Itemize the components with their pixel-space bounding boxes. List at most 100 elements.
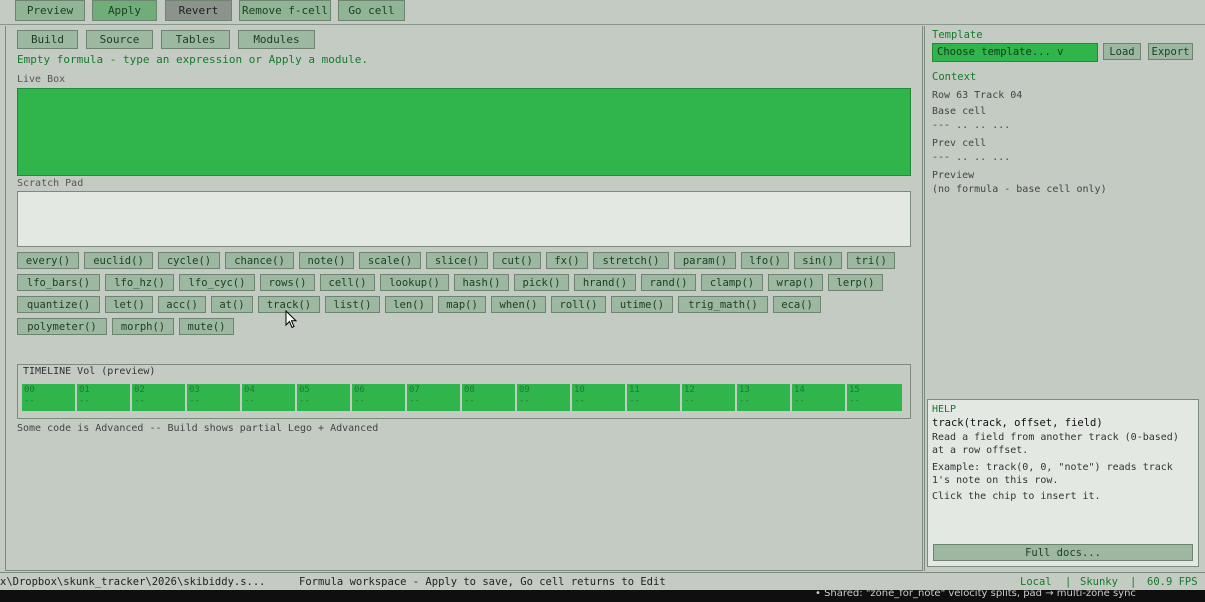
timeline-cell[interactable]: 11 -- — [627, 384, 680, 411]
chip-acc[interactable]: acc() — [158, 296, 206, 313]
template-label: Template — [932, 29, 983, 41]
timeline-cell[interactable]: 04 -- — [242, 384, 295, 411]
timeline-cell[interactable]: 00 -- — [22, 384, 75, 411]
top-toolbar: Preview Apply Revert Remove f-cell Go ce… — [0, 0, 1205, 25]
chip-len[interactable]: len() — [385, 296, 433, 313]
chip-hrand[interactable]: hrand() — [574, 274, 636, 291]
chip-lfo-bars[interactable]: lfo_bars() — [17, 274, 100, 291]
tab-tables[interactable]: Tables — [161, 30, 230, 49]
chip-polymeter[interactable]: polymeter() — [17, 318, 107, 335]
chip-roll[interactable]: roll() — [551, 296, 606, 313]
help-example: Example: track(0, 0, "note") reads track… — [932, 462, 1173, 486]
chip-tri[interactable]: tri() — [847, 252, 895, 269]
timeline-cell[interactable]: 10 -- — [572, 384, 625, 411]
mouse-cursor-icon — [285, 310, 298, 329]
chip-quantize[interactable]: quantize() — [17, 296, 100, 313]
help-description: Read a field from another track (0-based… — [932, 432, 1179, 456]
chip-utime[interactable]: utime() — [611, 296, 673, 313]
code-note: Some code is Advanced -- Build shows par… — [17, 423, 379, 434]
base-cell-value: --- .. .. ... — [932, 120, 1011, 131]
full-docs-button[interactable]: Full docs... — [933, 544, 1193, 561]
chip-fx[interactable]: fx() — [546, 252, 588, 269]
chip-morph[interactable]: morph() — [112, 318, 174, 335]
go-cell-button[interactable]: Go cell — [338, 0, 405, 21]
chip-sin[interactable]: sin() — [794, 252, 842, 269]
timeline-cell[interactable]: 12 -- — [682, 384, 735, 411]
chip-lfo-hz[interactable]: lfo_hz() — [105, 274, 174, 291]
timeline-cell[interactable]: 08 -- — [462, 384, 515, 411]
chip-every[interactable]: every() — [17, 252, 79, 269]
preview-value: (no formula - base cell only) — [932, 184, 1107, 195]
context-label: Context — [932, 71, 977, 83]
chip-cut[interactable]: cut() — [493, 252, 541, 269]
timeline-cell[interactable]: 01 -- — [77, 384, 130, 411]
tab-modules[interactable]: Modules — [238, 30, 315, 49]
chip-at[interactable]: at() — [211, 296, 253, 313]
status-message: Formula workspace - Apply to save, Go ce… — [299, 576, 666, 588]
chip-clamp[interactable]: clamp() — [701, 274, 763, 291]
revert-button[interactable]: Revert — [165, 0, 232, 21]
timeline-cell[interactable]: 07 -- — [407, 384, 460, 411]
chip-param[interactable]: param() — [674, 252, 736, 269]
help-signature: track(track, offset, field) — [932, 417, 1103, 429]
template-select[interactable]: Choose template... v — [932, 43, 1098, 62]
timeline-cell[interactable]: 09 -- — [517, 384, 570, 411]
user-indicator: Skunky — [1080, 576, 1118, 588]
remove-fcell-button[interactable]: Remove f-cell — [239, 0, 331, 21]
status-separator: | — [1065, 576, 1072, 588]
base-cell-label: Base cell — [932, 106, 987, 117]
taskbar-text: • Shared: "zone_for_note" velocity split… — [815, 590, 1136, 599]
chip-mute[interactable]: mute() — [179, 318, 234, 335]
timeline-cell[interactable]: 06 -- — [352, 384, 405, 411]
chip-scale[interactable]: scale() — [359, 252, 421, 269]
load-button[interactable]: Load — [1103, 43, 1141, 60]
chip-lerp[interactable]: lerp() — [828, 274, 883, 291]
chip-note[interactable]: note() — [299, 252, 354, 269]
timeline-title: TIMELINE Vol (preview) — [23, 366, 156, 377]
scratch-pad-input[interactable] — [17, 191, 911, 247]
chip-cell[interactable]: cell() — [320, 274, 375, 291]
chip-map[interactable]: map() — [438, 296, 486, 313]
chip-rows[interactable]: rows() — [260, 274, 315, 291]
chip-lfo-cyc[interactable]: lfo_cyc() — [179, 274, 255, 291]
row-track-info: Row 63 Track 04 — [932, 90, 1023, 101]
tab-build[interactable]: Build — [17, 30, 78, 49]
status-bar: x\Dropbox\skunk_tracker\2026\skibiddy.s.… — [0, 572, 1205, 590]
chip-euclid[interactable]: euclid() — [84, 252, 153, 269]
live-box[interactable] — [17, 88, 911, 176]
background-taskbar: • Shared: "zone_for_note" velocity split… — [0, 590, 1205, 602]
chip-trig-math[interactable]: trig_math() — [678, 296, 768, 313]
apply-button[interactable]: Apply — [92, 0, 157, 21]
chip-eca[interactable]: eca() — [773, 296, 821, 313]
preview-button[interactable]: Preview — [15, 0, 85, 21]
chip-cycle[interactable]: cycle() — [158, 252, 220, 269]
chip-list[interactable]: list() — [325, 296, 380, 313]
mode-indicator: Local — [1020, 576, 1052, 588]
chip-slice[interactable]: slice() — [426, 252, 488, 269]
tab-source[interactable]: Source — [86, 30, 153, 49]
live-box-label: Live Box — [17, 74, 66, 85]
chip-when[interactable]: when() — [491, 296, 546, 313]
chip-wrap[interactable]: wrap() — [768, 274, 823, 291]
chip-chance[interactable]: chance() — [225, 252, 294, 269]
chip-hash[interactable]: hash() — [454, 274, 509, 291]
fps-indicator: 60.9 FPS — [1147, 576, 1198, 588]
file-path: x\Dropbox\skunk_tracker\2026\skibiddy.s.… — [0, 576, 266, 588]
timeline-cell[interactable]: 13 -- — [737, 384, 790, 411]
chip-pick[interactable]: pick() — [514, 274, 569, 291]
timeline-cell[interactable]: 14 -- — [792, 384, 845, 411]
prev-cell-label: Prev cell — [932, 138, 987, 149]
timeline-cell[interactable]: 15 -- — [847, 384, 902, 411]
preview-label: Preview — [932, 170, 975, 181]
chip-rand[interactable]: rand() — [641, 274, 696, 291]
chip-lookup[interactable]: lookup() — [380, 274, 449, 291]
timeline-cell[interactable]: 03 -- — [187, 384, 240, 411]
export-button[interactable]: Export — [1148, 43, 1193, 60]
formula-hint: Empty formula - type an expression or Ap… — [17, 53, 368, 66]
timeline-cell[interactable]: 05 -- — [297, 384, 350, 411]
timeline-cell[interactable]: 02 -- — [132, 384, 185, 411]
help-title: HELP — [932, 404, 957, 415]
chip-stretch[interactable]: stretch() — [593, 252, 669, 269]
chip-let[interactable]: let() — [105, 296, 153, 313]
chip-lfo[interactable]: lfo() — [741, 252, 789, 269]
